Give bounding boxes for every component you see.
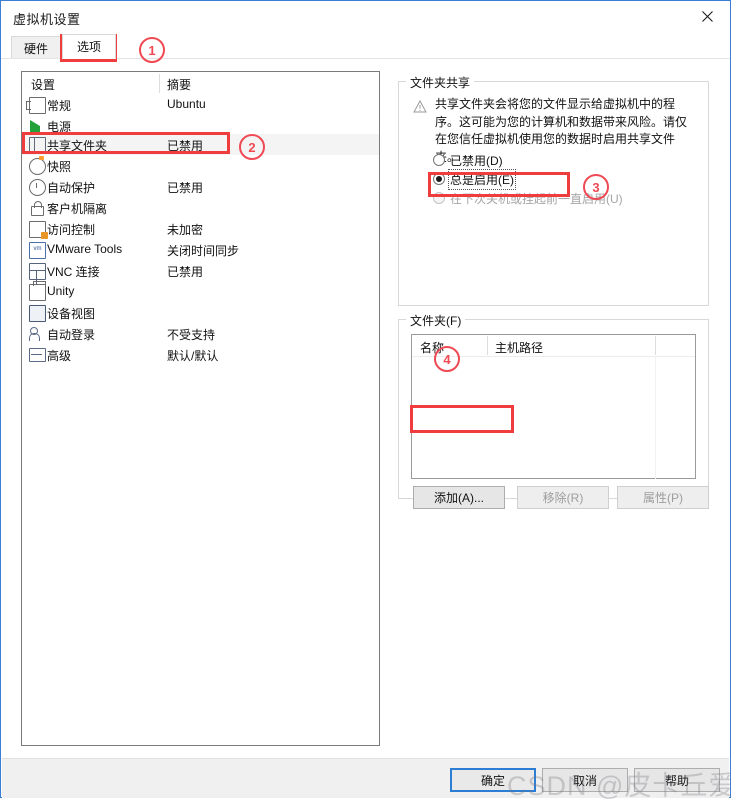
list-item-general[interactable]: 常规 Ubuntu (22, 94, 379, 115)
column-header-setting: 设置 (31, 78, 56, 92)
list-item-device-view[interactable]: 设备视图 (22, 302, 379, 323)
tab-options[interactable]: 选项 (62, 34, 116, 59)
access-control-icon (29, 221, 48, 239)
cancel-button-label: 取消 (572, 773, 597, 788)
vm-settings-dialog: 虚拟机设置 硬件 选项 设置 摘要 常规 Ubuntu 电源 共享文件夹 已禁用… (0, 0, 731, 801)
tab-options-label: 选项 (76, 40, 101, 54)
column-line (655, 356, 656, 479)
column-header-host-path: 主机路径 (495, 341, 544, 355)
list-item-label: 访问控制 (47, 223, 96, 237)
folders-table-header: 名称 主机路径 (412, 335, 695, 356)
snapshot-icon (29, 156, 46, 175)
list-item-autologin[interactable]: 自动登录 不受支持 (22, 323, 379, 344)
folder-properties-button-label: 属性(P) (643, 491, 683, 505)
dialog-footer: 确定 取消 帮助 (2, 759, 729, 798)
list-item-summary: 已禁用 (167, 139, 204, 153)
autoprotect-icon (29, 179, 46, 196)
monitor-icon (26, 97, 46, 114)
folders-table[interactable]: 名称 主机路径 (411, 334, 696, 479)
radio-label: 总是启用(E) (448, 168, 516, 190)
folder-sharing-group-label: 文件夹共享 (406, 74, 475, 91)
list-item-label: 快照 (47, 160, 72, 174)
page-title: 虚拟机设置 (13, 12, 81, 27)
tab-hardware[interactable]: 硬件 (11, 36, 61, 59)
list-item-power[interactable]: 电源 (22, 115, 379, 147)
folder-properties-button: 属性(P) (617, 486, 709, 509)
list-item-shared-folders[interactable]: 共享文件夹 已禁用 (22, 134, 379, 155)
column-header-summary: 摘要 (167, 78, 192, 92)
list-item-summary: Ubuntu (167, 97, 206, 111)
column-header-name: 名称 (420, 341, 445, 355)
list-item-label: VMware Tools (47, 242, 123, 256)
advanced-icon (29, 347, 46, 362)
column-divider[interactable] (487, 336, 488, 355)
header-divider (159, 74, 160, 93)
radio-sharing-disabled[interactable]: 已禁用(D) (433, 151, 503, 169)
add-folder-button[interactable]: 添加(A)... (413, 486, 505, 509)
autologin-icon (29, 326, 44, 341)
remove-folder-button-label: 移除(R) (542, 491, 584, 505)
folder-sharing-group: 文件夹共享 共享文件夹会将您的文件显示给虚拟机中的程序。这可能为您的计算机和数据… (398, 74, 709, 306)
list-item-label: 自动保护 (47, 181, 96, 195)
tab-hardware-label: 硬件 (23, 41, 48, 56)
guest-isolation-icon (29, 200, 44, 216)
device-view-icon (29, 305, 46, 322)
ok-button-label: 确定 (480, 773, 505, 788)
list-item-summary: 不受支持 (167, 328, 216, 342)
radio-button[interactable] (433, 154, 445, 166)
remove-folder-button: 移除(R) (517, 486, 609, 509)
list-item-vmware-tools[interactable]: vm VMware Tools 关闭时间同步 (22, 239, 379, 260)
close-icon[interactable] (685, 1, 730, 31)
title-bar: 虚拟机设置 (1, 1, 730, 32)
list-item-label: 共享文件夹 (47, 139, 108, 153)
folders-group-label: 文件夹(F) (406, 312, 466, 329)
list-item-label: 自动登录 (47, 328, 96, 342)
list-item-label: 电源 (47, 120, 72, 134)
list-item-label: 客户机隔离 (47, 202, 108, 216)
folders-group: 文件夹(F) 名称 主机路径 添加(A)... 移除(R) 属性(P) (398, 312, 709, 509)
list-item-snapshot[interactable]: 快照 (22, 155, 379, 176)
list-item-summary: 未加密 (167, 223, 204, 237)
list-item-access-control[interactable]: 访问控制 未加密 (22, 218, 379, 239)
header-underline (412, 356, 695, 357)
vnc-icon (29, 263, 46, 285)
unity-icon (29, 281, 46, 301)
list-item-guest-isolation[interactable]: 客户机隔离 (22, 197, 379, 218)
radio-button[interactable] (433, 173, 445, 185)
tab-strip: 硬件 选项 (1, 32, 730, 59)
ok-button[interactable]: 确定 (450, 768, 536, 792)
add-folder-button-label: 添加(A)... (434, 491, 484, 505)
cancel-button[interactable]: 取消 (542, 768, 628, 792)
radio-label: 已禁用(D) (450, 153, 503, 168)
radio-sharing-always-enabled[interactable]: 总是启用(E) (433, 168, 516, 190)
list-item-summary: 已禁用 (167, 265, 204, 279)
list-item-summary: 关闭时间同步 (167, 244, 240, 258)
list-item-summary: 默认/默认 (167, 349, 219, 363)
list-item-label: 常规 (47, 99, 72, 113)
list-item-label: 设备视图 (47, 307, 96, 321)
radio-sharing-until-shutdown: 在下次关机或挂起前一直启用(U) (433, 189, 623, 207)
help-button[interactable]: 帮助 (634, 768, 720, 792)
column-divider[interactable] (655, 336, 656, 355)
help-button-label: 帮助 (664, 773, 689, 788)
shared-folder-icon (29, 137, 46, 154)
list-item-label: Unity (47, 284, 75, 298)
list-item-summary: 已禁用 (167, 181, 204, 195)
list-item-label: VNC 连接 (47, 265, 100, 279)
radio-button (433, 192, 445, 204)
list-item-vnc[interactable]: VNC 连接 已禁用 (22, 260, 379, 285)
vmware-tools-icon: vm (29, 242, 46, 259)
list-item-unity[interactable]: Unity (22, 281, 379, 302)
warning-triangle-icon (413, 99, 427, 113)
settings-list-header: 设置 摘要 (22, 72, 379, 94)
list-item-label: 高级 (47, 349, 72, 363)
list-item-autoprotect[interactable]: 自动保护 已禁用 (22, 176, 379, 197)
settings-list[interactable]: 设置 摘要 常规 Ubuntu 电源 共享文件夹 已禁用 快照 自动保护 已禁用… (21, 71, 380, 746)
radio-label: 在下次关机或挂起前一直启用(U) (450, 191, 623, 206)
list-item-advanced[interactable]: 高级 默认/默认 (22, 344, 379, 365)
